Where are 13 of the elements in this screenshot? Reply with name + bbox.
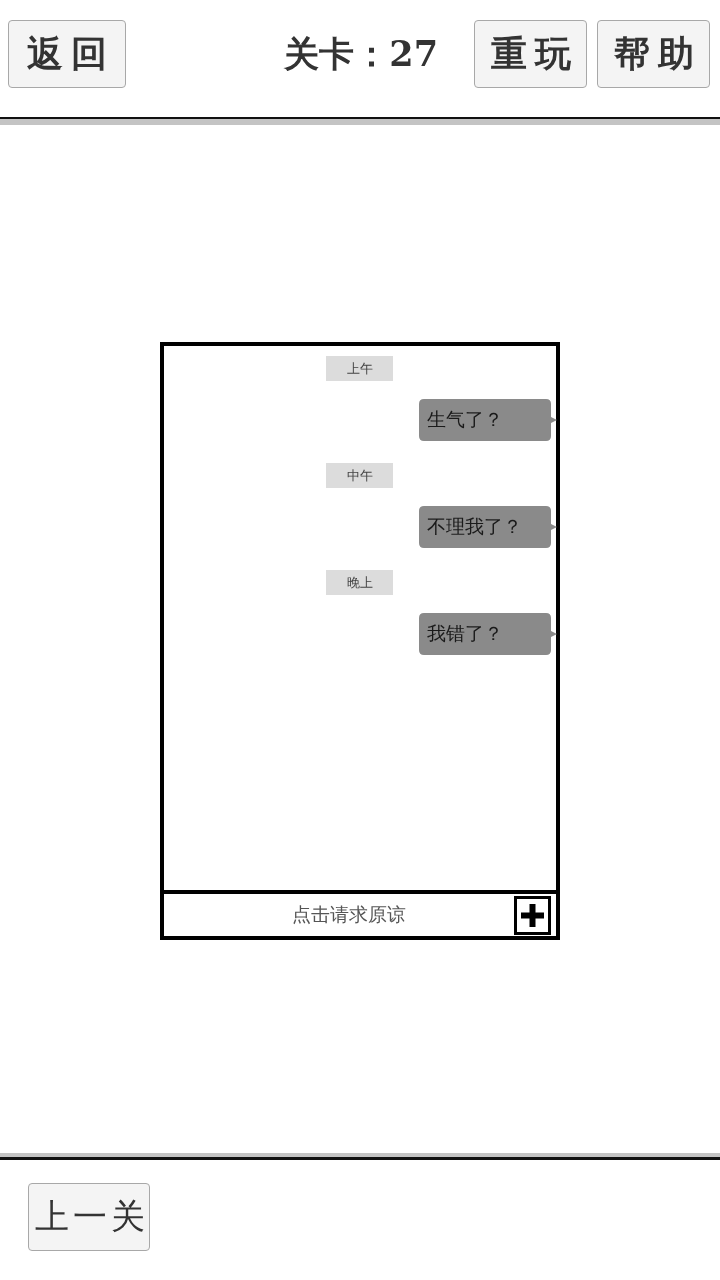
message-bubble: 我错了？ (419, 613, 557, 655)
back-button[interactable]: 返回 (8, 20, 126, 88)
level-label: 关卡：27 (284, 31, 438, 76)
time-label: 中午 (326, 463, 393, 488)
time-label: 上午 (326, 356, 393, 381)
plus-icon (521, 903, 544, 927)
replay-button[interactable]: 重玩 (474, 20, 587, 88)
time-label: 晚上 (326, 570, 393, 595)
add-button[interactable] (514, 895, 551, 935)
help-button[interactable]: 帮助 (597, 20, 710, 88)
previous-level-button[interactable]: 上一关 (28, 1183, 150, 1251)
message-bubble: 不理我了？ (419, 506, 557, 548)
message-bubble: 生气了？ (419, 399, 557, 441)
